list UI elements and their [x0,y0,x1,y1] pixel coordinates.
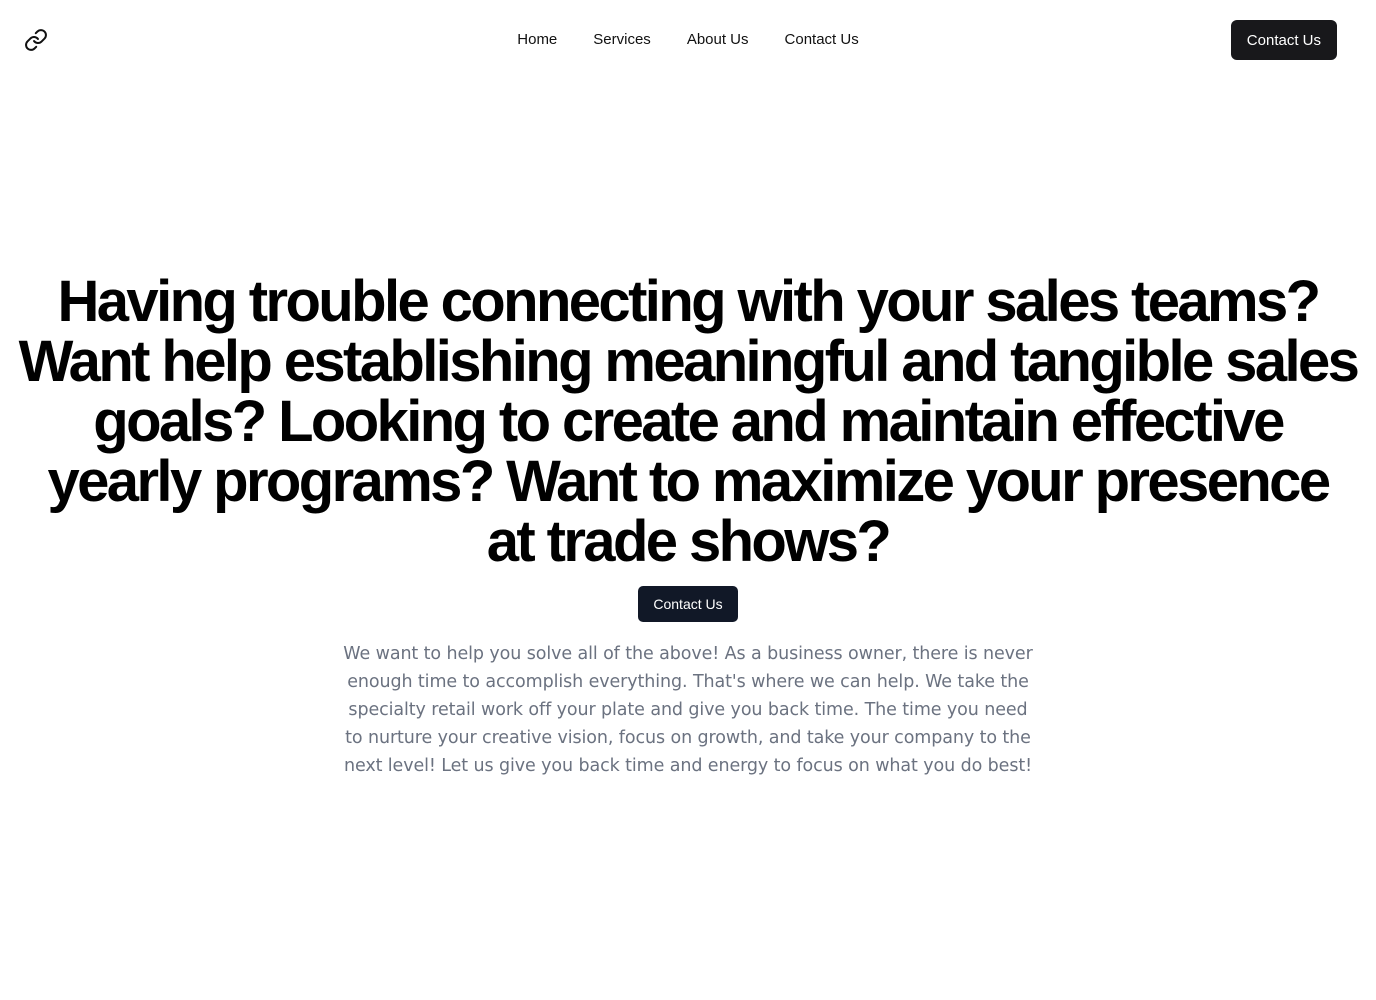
hero-section: Having trouble connecting with your sale… [0,272,1376,780]
hero-title: Having trouble connecting with your sale… [18,269,1360,574]
hero-description: We want to help you solve all of the abo… [343,644,1033,776]
header-contact-button[interactable]: Contact Us [1230,20,1337,60]
nav-link-about-us[interactable]: About Us [687,29,749,51]
page: Home Services About Us Contact Us Contac… [0,0,1376,1000]
nav-link-home[interactable]: Home [517,29,557,51]
nav-link-services[interactable]: Services [593,29,651,51]
nav-link-contact-us[interactable]: Contact Us [785,29,859,51]
hero-contact-button[interactable]: Contact Us [638,586,738,622]
top-navbar: Home Services About Us Contact Us Contac… [0,0,1376,80]
main-nav: Home Services About Us Contact Us [0,29,1376,51]
